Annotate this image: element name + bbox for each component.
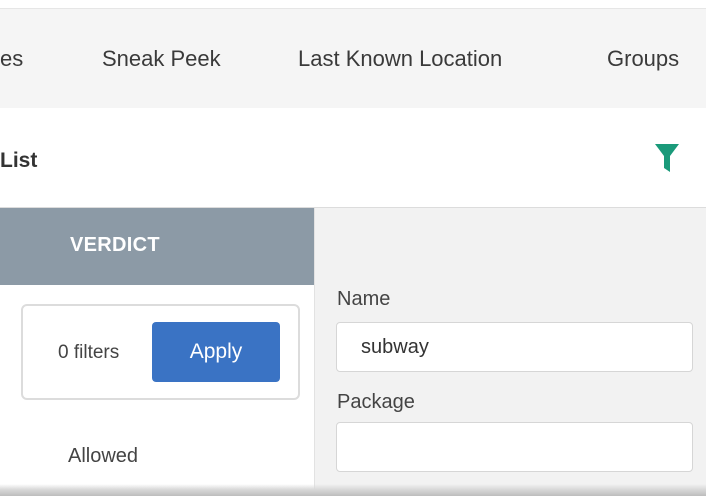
page: es Sneak Peek Last Known Location Groups…: [0, 0, 706, 496]
filter-funnel-icon: [655, 144, 679, 172]
filter-icon[interactable]: [654, 142, 680, 176]
package-input[interactable]: [336, 422, 693, 472]
filters-count: 0 filters: [58, 342, 120, 363]
apply-button[interactable]: Apply: [152, 322, 280, 382]
verdict-option-allowed[interactable]: Allowed: [68, 445, 138, 468]
tab-groups[interactable]: Groups: [607, 45, 679, 73]
name-input[interactable]: [336, 322, 693, 372]
tabs-bar: es Sneak Peek Last Known Location Groups: [0, 8, 706, 108]
tab-sneak-peek[interactable]: Sneak Peek: [102, 45, 221, 73]
bottom-edge: [0, 484, 706, 496]
section-header: List: [0, 108, 706, 208]
tab-partial[interactable]: es: [0, 45, 23, 73]
package-label: Package: [337, 391, 415, 413]
section-title: List: [0, 149, 38, 172]
tab-last-known-location[interactable]: Last Known Location: [298, 45, 502, 73]
verdict-column-header[interactable]: VERDICT: [0, 208, 314, 285]
filter-box: 0 filters Apply: [21, 304, 300, 400]
name-label: Name: [337, 288, 391, 310]
verdict-filter-panel: VERDICT 0 filters Apply Allowed: [0, 208, 315, 496]
verdict-column-label: VERDICT: [70, 234, 160, 256]
search-fields-panel: Name Package: [315, 208, 706, 496]
